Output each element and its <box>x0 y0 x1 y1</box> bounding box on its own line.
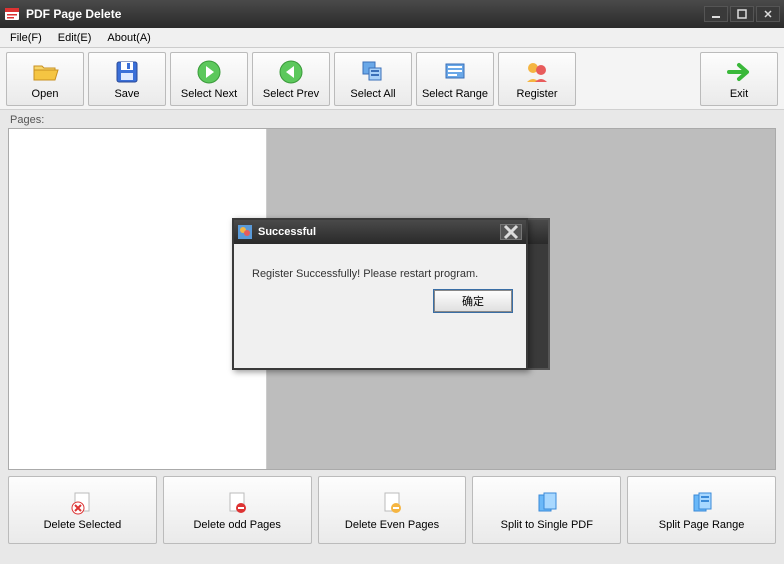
maximize-button[interactable] <box>730 6 754 22</box>
split-single-button[interactable]: Split to Single PDF <box>472 476 621 544</box>
register-label: Register <box>517 88 558 100</box>
select-prev-button[interactable]: Select Prev <box>252 52 330 106</box>
save-icon <box>113 58 141 86</box>
delete-odd-button[interactable]: Delete odd Pages <box>163 476 312 544</box>
dialog-titlebar: Successful <box>234 220 526 244</box>
exit-icon <box>725 58 753 86</box>
window-title: PDF Page Delete <box>26 7 702 21</box>
toolbar: Open Save Select Next Select Prev Select… <box>0 48 784 110</box>
open-label: Open <box>32 88 59 100</box>
delete-odd-label: Delete odd Pages <box>193 519 280 531</box>
select-next-label: Select Next <box>181 88 237 100</box>
menu-edit[interactable]: Edit(E) <box>50 30 100 46</box>
split-single-icon <box>534 490 560 516</box>
delete-selected-label: Delete Selected <box>44 519 122 531</box>
menu-file[interactable]: File(F) <box>2 30 50 46</box>
delete-odd-icon <box>224 490 250 516</box>
titlebar: PDF Page Delete <box>0 0 784 28</box>
delete-selected-icon <box>69 490 95 516</box>
menubar: File(F) Edit(E) About(A) <box>0 28 784 48</box>
save-button[interactable]: Save <box>88 52 166 106</box>
delete-even-label: Delete Even Pages <box>345 519 439 531</box>
delete-selected-button[interactable]: Delete Selected <box>8 476 157 544</box>
select-prev-label: Select Prev <box>263 88 319 100</box>
menu-about[interactable]: About(A) <box>99 30 158 46</box>
app-icon <box>4 6 20 22</box>
dialog-icon <box>238 225 252 239</box>
exit-label: Exit <box>730 88 748 100</box>
save-label: Save <box>114 88 139 100</box>
open-button[interactable]: Open <box>6 52 84 106</box>
select-all-label: Select All <box>350 88 395 100</box>
split-range-icon <box>689 490 715 516</box>
split-range-button[interactable]: Split Page Range <box>627 476 776 544</box>
arrow-prev-icon <box>277 58 305 86</box>
arrow-next-icon <box>195 58 223 86</box>
register-button[interactable]: Register <box>498 52 576 106</box>
successful-dialog: Successful Register Successfully! Please… <box>232 218 528 370</box>
folder-open-icon <box>31 58 59 86</box>
close-button[interactable] <box>756 6 780 22</box>
select-all-icon <box>359 58 387 86</box>
dialog-ok-button[interactable]: 确定 <box>434 290 512 312</box>
pages-label: Pages: <box>0 110 784 128</box>
select-range-label: Select Range <box>422 88 488 100</box>
select-range-icon <box>441 58 469 86</box>
dialog-message: Register Successfully! Please restart pr… <box>234 244 526 290</box>
page-preview-panel[interactable] <box>9 129 267 469</box>
dialog-close-button[interactable] <box>500 224 522 240</box>
exit-button[interactable]: Exit <box>700 52 778 106</box>
delete-even-icon <box>379 490 405 516</box>
select-all-button[interactable]: Select All <box>334 52 412 106</box>
bottom-toolbar: Delete Selected Delete odd Pages Delete … <box>8 476 776 544</box>
minimize-button[interactable] <box>704 6 728 22</box>
split-range-label: Split Page Range <box>659 519 745 531</box>
select-range-button[interactable]: Select Range <box>416 52 494 106</box>
split-single-label: Split to Single PDF <box>501 519 593 531</box>
toolbar-spacer <box>580 52 696 105</box>
dialog-title: Successful <box>258 226 500 238</box>
register-icon <box>523 58 551 86</box>
select-next-button[interactable]: Select Next <box>170 52 248 106</box>
delete-even-button[interactable]: Delete Even Pages <box>318 476 467 544</box>
